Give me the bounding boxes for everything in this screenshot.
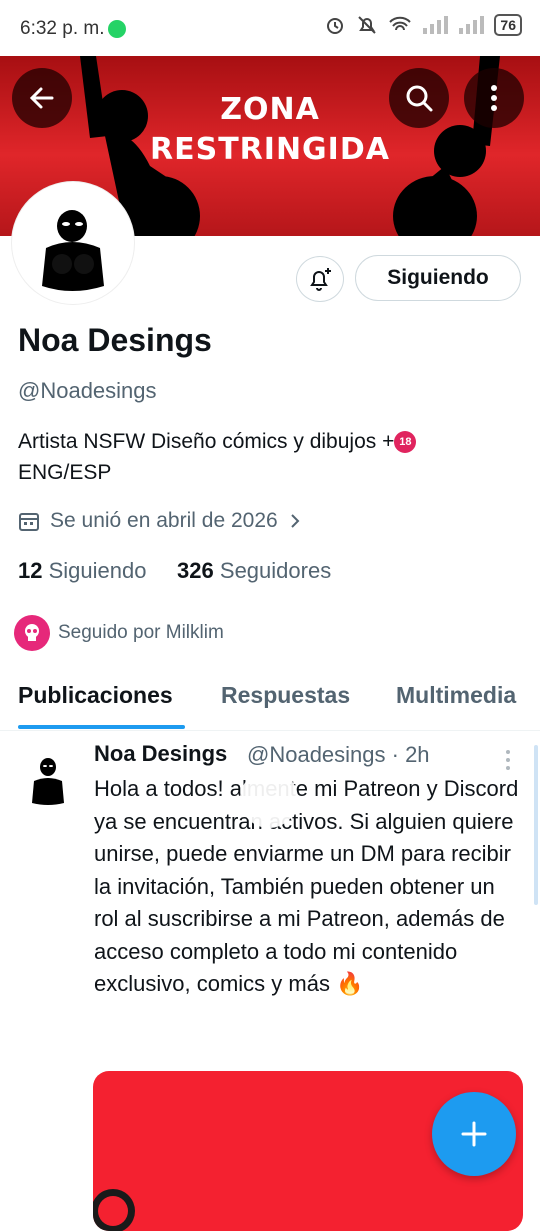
signal-icon	[423, 16, 449, 34]
signal-2-icon	[459, 16, 485, 34]
notifications-button[interactable]	[296, 256, 344, 302]
banner-title-line2: RESTRINGIDA	[150, 132, 390, 167]
adult-badge: 18	[394, 431, 417, 454]
follow-stats: 12 Siguiendo 326 Seguidores	[18, 558, 331, 584]
following-stat[interactable]: 12 Siguiendo	[18, 558, 146, 583]
whatsapp-notification-icon	[108, 20, 126, 38]
status-bar: 6:32 p. m. 76	[0, 0, 540, 56]
joined-text: Se unió en abril de 2026	[50, 509, 278, 532]
plus-icon	[461, 1121, 487, 1147]
wifi-icon	[389, 16, 412, 31]
bio-text-line2: ENG/ESP	[18, 461, 112, 484]
bell-plus-icon	[310, 268, 331, 291]
alarm-icon	[327, 18, 344, 34]
post-handle-time: @Noadesings · 2h	[247, 742, 430, 767]
tab-multimedia[interactable]: Multimedia	[396, 682, 516, 709]
status-icons: 76	[324, 14, 522, 36]
status-time: 6:32 p. m.	[20, 18, 105, 39]
skull-icon	[25, 624, 39, 641]
calendar-icon	[19, 513, 39, 531]
post-avatar[interactable]	[22, 753, 74, 805]
profile-name: Noa Desings	[18, 322, 212, 358]
post-more-icon[interactable]	[504, 749, 512, 773]
tab-respuestas[interactable]: Respuestas	[221, 682, 350, 709]
post-text: Hola a todos! almente mi Patreon y Disco…	[94, 776, 519, 996]
profile-tabs: Publicaciones Respuestas Multimedia	[0, 668, 540, 731]
touch-indicator	[240, 770, 298, 828]
back-button[interactable]	[12, 68, 72, 128]
following-button[interactable]: Siguiendo	[355, 255, 521, 301]
more-options-button[interactable]	[464, 68, 524, 128]
profile-avatar[interactable]	[12, 182, 134, 304]
post-author-name[interactable]: Noa Desings	[94, 741, 227, 767]
chevron-right-icon	[290, 514, 300, 528]
tab-publicaciones[interactable]: Publicaciones	[18, 682, 173, 709]
search-icon	[406, 85, 433, 112]
mute-bell-icon	[358, 16, 377, 34]
scroll-indicator	[534, 745, 538, 905]
avatar-figure	[42, 210, 104, 291]
back-arrow-icon	[29, 87, 54, 109]
active-tab-indicator	[18, 725, 185, 729]
compose-button[interactable]	[432, 1092, 516, 1176]
banner-title-line1: ZONA	[220, 92, 320, 127]
follower-avatar	[14, 615, 50, 651]
profile-handle: @Noadesings	[18, 378, 157, 403]
followed-by-text: Seguido por Milklim	[58, 622, 224, 643]
bio-text: Artista NSFW Diseño cómics y dibujos +	[18, 430, 395, 453]
search-button[interactable]	[389, 68, 449, 128]
profile-bio: Artista NSFW Diseño cómics y dibujos +18…	[18, 426, 518, 488]
battery-indicator: 76	[494, 14, 522, 36]
followers-stat[interactable]: 326 Seguidores	[177, 558, 331, 583]
more-vertical-icon	[491, 85, 497, 111]
followed-by[interactable]: Seguido por Milklim	[14, 615, 224, 651]
joined-date[interactable]: Se unió en abril de 2026	[18, 509, 302, 533]
